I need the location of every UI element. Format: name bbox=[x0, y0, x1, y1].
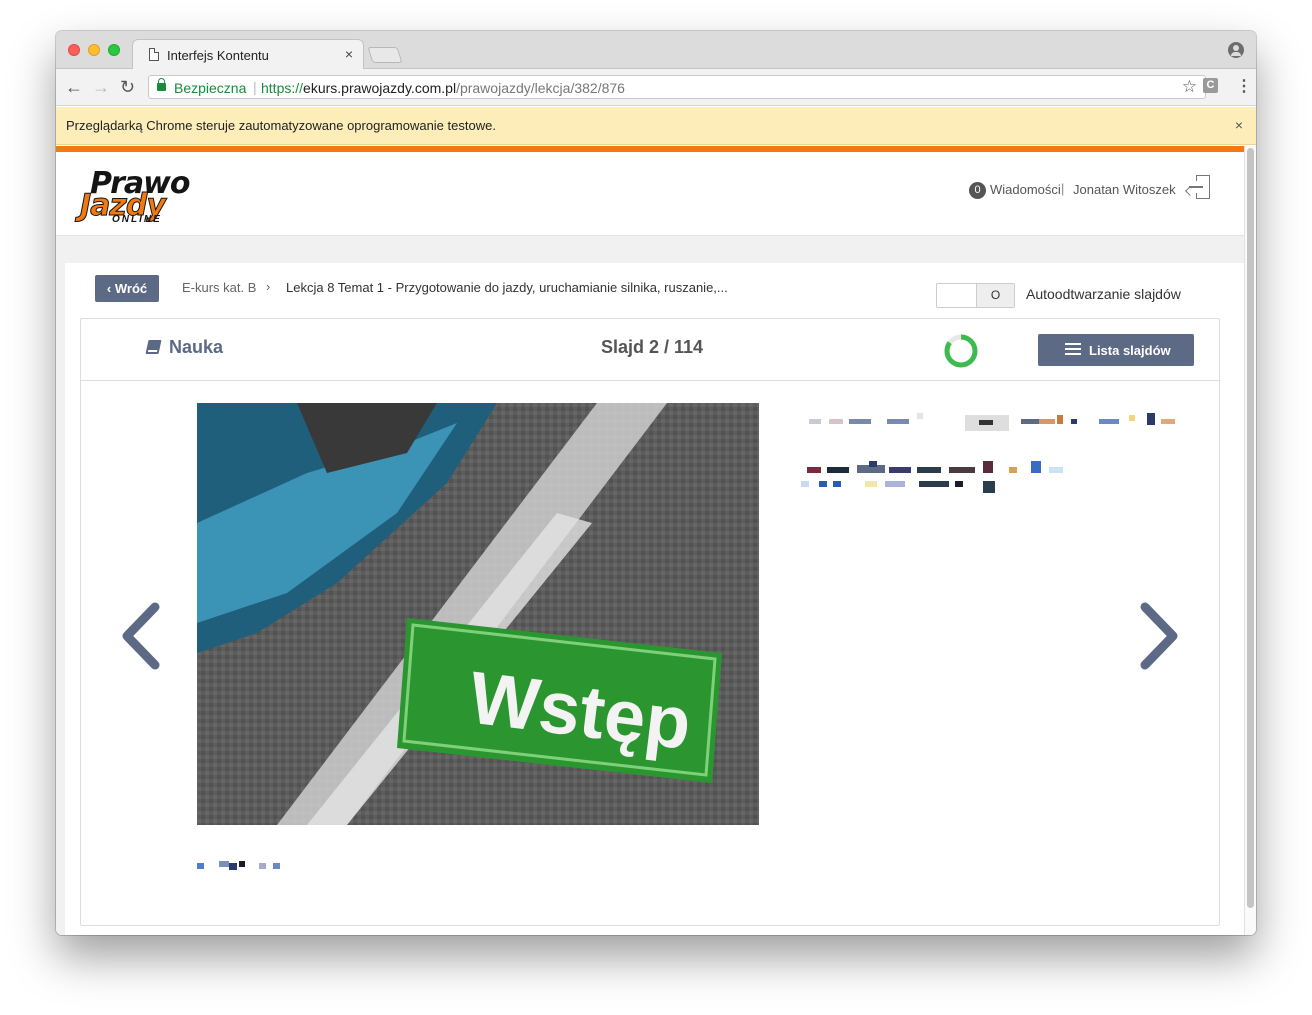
logout-icon-frame-bottom bbox=[1196, 193, 1198, 199]
messages-link[interactable]: Wiadomości bbox=[990, 182, 1061, 197]
url-separator: | bbox=[253, 79, 257, 95]
logout-icon-frame-top bbox=[1196, 175, 1198, 181]
messages-badge[interactable]: 0 bbox=[969, 182, 986, 199]
new-tab-button[interactable] bbox=[367, 47, 403, 63]
slide-list-button-label: Lista slajdów bbox=[1089, 343, 1171, 358]
tab-close-icon[interactable]: × bbox=[345, 46, 353, 62]
back-button[interactable]: ‹ Wróć bbox=[95, 275, 159, 302]
slide-counter: Slajd 2 / 114 bbox=[601, 337, 704, 357]
slide-panel-header: Nauka Slajd 2 / 114 Lista slajdów bbox=[81, 319, 1219, 381]
browser-tab[interactable]: Interfejs Kontentu × bbox=[132, 39, 364, 70]
lesson-content: ‹ Wróć E-kurs kat. B › Lekcja 8 Temat 1 … bbox=[65, 263, 1244, 935]
back-arrow-icon[interactable]: ← bbox=[65, 75, 83, 99]
infobar-close-icon[interactable]: × bbox=[1235, 117, 1243, 133]
window-minimize-button[interactable] bbox=[88, 44, 100, 56]
blurred-text-line-2 bbox=[801, 461, 1063, 493]
page-icon bbox=[149, 48, 159, 61]
breadcrumb-separator: › bbox=[266, 279, 271, 294]
hamburger-icon bbox=[1065, 343, 1081, 356]
bookmark-star-icon[interactable]: ☆ bbox=[1182, 77, 1197, 97]
reload-icon[interactable]: ↻ bbox=[120, 75, 135, 99]
browser-toolbar: ← → ↻ Bezpieczna | https://ekurs.prawoja… bbox=[56, 69, 1256, 106]
user-name-link[interactable]: Jonatan Witoszek bbox=[1073, 182, 1176, 197]
progress-ring bbox=[944, 334, 978, 368]
breadcrumb-current: Lekcja 8 Temat 1 - Przygotowanie do jazd… bbox=[286, 280, 728, 295]
blurred-caption bbox=[197, 861, 280, 870]
scrollbar-thumb[interactable] bbox=[1247, 148, 1254, 908]
slide-panel: Nauka Slajd 2 / 114 Lista slajdów Wstęp bbox=[80, 318, 1220, 926]
prawo-jazdy-logo[interactable]: Prawo Jazdy ONLINE bbox=[78, 166, 228, 228]
browser-window: Interfejs Kontentu × ← → ↻ Bezpieczna | … bbox=[56, 31, 1256, 935]
slide-list-button[interactable]: Lista slajdów bbox=[1038, 334, 1194, 366]
url-host: ekurs.prawojazdy.com.pl bbox=[303, 80, 457, 96]
book-icon bbox=[145, 340, 162, 354]
infobar-text: Przeglądarką Chrome steruje zautomatyzow… bbox=[66, 118, 496, 133]
url-path: /prawojazdy/lekcja/382/876 bbox=[456, 80, 625, 96]
header-separator: | bbox=[1061, 181, 1065, 196]
extension-icon[interactable]: C bbox=[1203, 78, 1218, 93]
autoplay-toggle-state: O bbox=[976, 284, 1014, 307]
address-bar[interactable]: Bezpieczna | https://ekurs.prawojazdy.co… bbox=[148, 75, 1206, 99]
window-close-button[interactable] bbox=[68, 44, 80, 56]
logo-line-3: ONLINE bbox=[112, 214, 162, 225]
url-text[interactable]: https://ekurs.prawojazdy.com.pl/prawojaz… bbox=[261, 80, 625, 96]
tab-title: Interfejs Kontentu bbox=[167, 48, 269, 63]
window-zoom-button[interactable] bbox=[108, 44, 120, 56]
secure-label: Bezpieczna bbox=[174, 80, 247, 96]
site-header: Prawo Jazdy ONLINE 0 Wiadomości | Jonata… bbox=[56, 152, 1244, 236]
lock-icon bbox=[157, 78, 166, 91]
kebab-menu-icon[interactable]: ⋮ bbox=[1236, 76, 1252, 96]
automation-infobar: Przeglądarką Chrome steruje zautomatyzow… bbox=[56, 107, 1256, 145]
url-scheme: https:// bbox=[261, 80, 304, 96]
forward-arrow-icon[interactable]: → bbox=[92, 75, 110, 99]
autoplay-label: Autoodtwarzanie slajdów bbox=[1026, 286, 1181, 302]
slide-image: Wstęp bbox=[197, 403, 759, 825]
section-label: Nauka bbox=[169, 337, 224, 357]
page-scrollbar[interactable] bbox=[1244, 146, 1256, 935]
autoplay-toggle[interactable]: O bbox=[936, 283, 1015, 308]
chevron-right-icon[interactable] bbox=[1137, 601, 1183, 671]
chevron-left-icon[interactable] bbox=[117, 601, 163, 671]
profile-icon[interactable] bbox=[1228, 42, 1244, 58]
logout-icon[interactable] bbox=[1185, 175, 1211, 199]
back-button-label: Wróć bbox=[114, 281, 148, 296]
blurred-text-line-1 bbox=[809, 413, 1175, 431]
tab-strip: Interfejs Kontentu × bbox=[56, 31, 1256, 70]
page: Prawo Jazdy ONLINE 0 Wiadomości | Jonata… bbox=[56, 146, 1256, 935]
breadcrumb-course[interactable]: E-kurs kat. B bbox=[182, 280, 256, 295]
